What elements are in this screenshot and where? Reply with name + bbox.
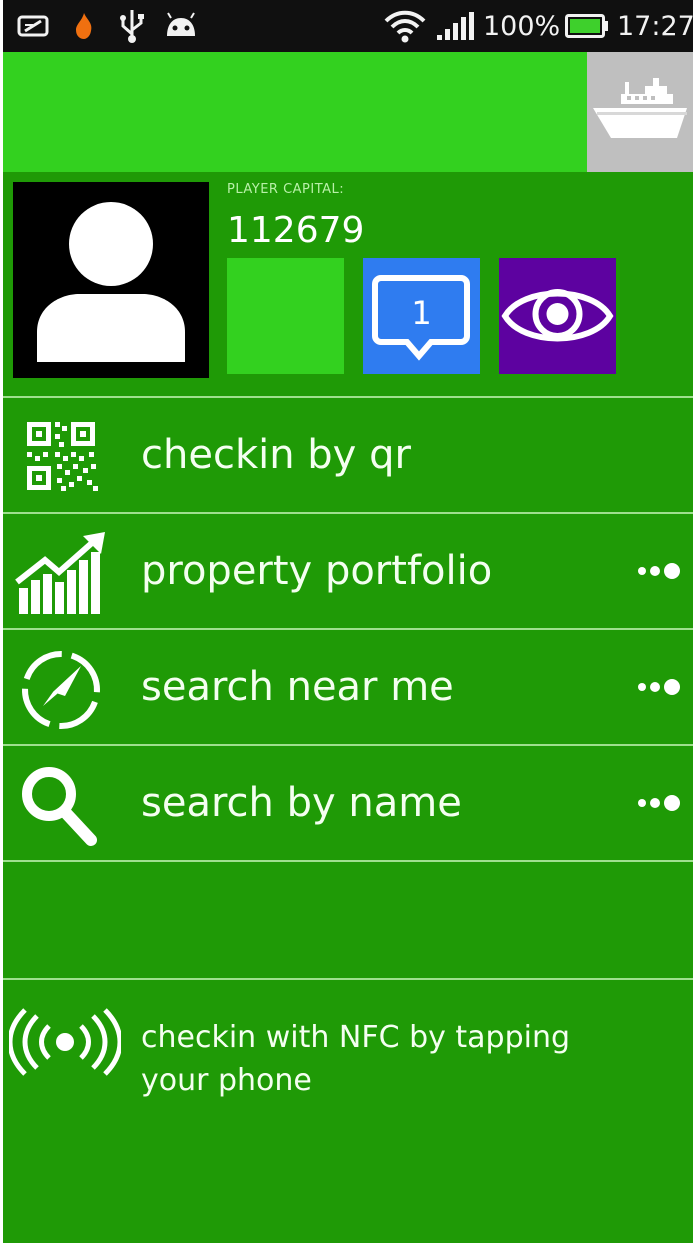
ship-icon: [593, 78, 687, 138]
status-bar: 100% 17:27: [3, 0, 693, 52]
nfc-instructions: checkin with NFC by tapping your phone: [141, 1016, 661, 1102]
android-icon: [163, 0, 199, 52]
battery-percent: 100%: [483, 10, 561, 42]
menu-item-checkin-qr[interactable]: checkin by qr: [3, 396, 693, 512]
growth-chart-icon: [13, 530, 109, 614]
menu-label: search near me: [141, 664, 454, 710]
menu-label: search by name: [141, 780, 462, 826]
capital-label: PLAYER CAPITAL:: [227, 182, 345, 197]
more-icon[interactable]: [635, 791, 687, 815]
battery-icon: [565, 0, 609, 52]
ship-button[interactable]: [587, 52, 693, 172]
menu-item-property-portfolio[interactable]: property portfolio: [3, 512, 693, 628]
menu-label: checkin by qr: [141, 432, 411, 478]
player-profile: PLAYER CAPITAL: 112679 1: [3, 172, 693, 396]
menu-label: property portfolio: [141, 548, 493, 594]
capital-value: 112679: [227, 210, 365, 251]
user-icon: [37, 202, 185, 362]
wifi-icon: [383, 0, 427, 52]
avatar[interactable]: [13, 182, 209, 378]
messages-button[interactable]: 1: [363, 258, 480, 374]
nfc-text-line1: checkin with NFC by tapping: [141, 1020, 571, 1055]
nfc-checkin: checkin with NFC by tapping your phone: [3, 978, 693, 1243]
green-tile[interactable]: [227, 258, 344, 374]
empty-row: [3, 860, 693, 980]
qr-code-icon: [13, 414, 109, 498]
more-icon[interactable]: [635, 675, 687, 699]
messages-count: 1: [411, 294, 432, 332]
eye-icon: [501, 289, 614, 342]
header-bar: [3, 52, 693, 172]
flame-icon: [73, 0, 95, 52]
menu-item-search-near-me[interactable]: search near me: [3, 628, 693, 744]
compass-icon: [13, 646, 109, 730]
app-screen: 100% 17:27 PLAYER CAPITAL: 112679 1 chec…: [3, 0, 693, 1243]
clock: 17:27: [617, 10, 693, 42]
nfc-text-line2: your phone: [141, 1063, 312, 1098]
menu-item-search-by-name[interactable]: search by name: [3, 744, 693, 860]
signal-icon: [435, 0, 477, 52]
more-icon[interactable]: [635, 559, 687, 583]
notification-icon: [17, 0, 51, 52]
search-icon: [13, 762, 109, 846]
usb-icon: [117, 0, 147, 52]
watch-button[interactable]: [499, 258, 616, 374]
nfc-icon: [7, 1008, 123, 1076]
